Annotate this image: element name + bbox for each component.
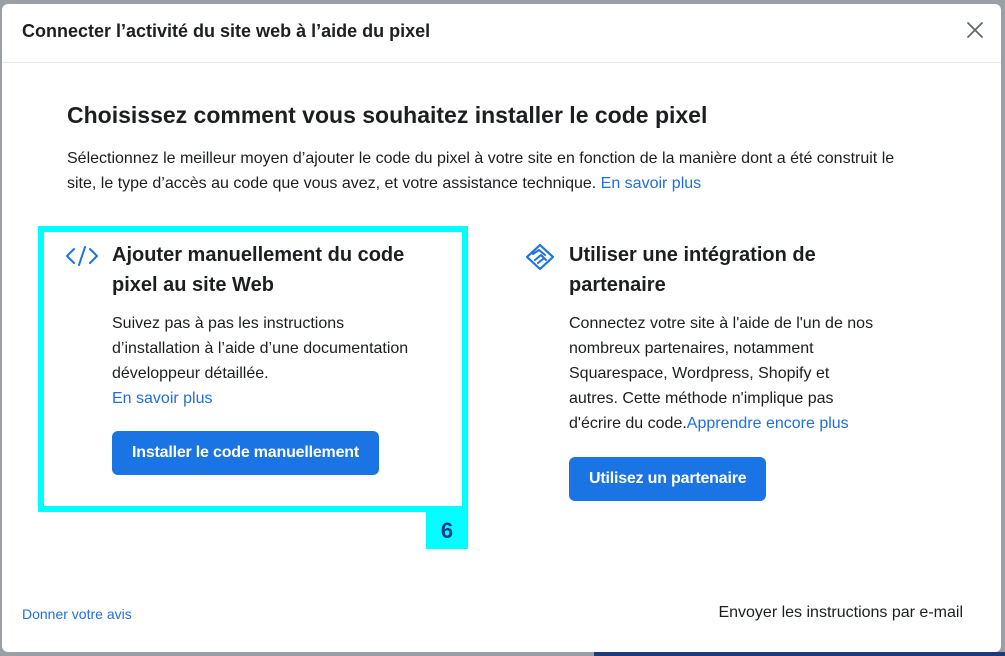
annotation-badge: 6 (426, 511, 468, 549)
code-icon (66, 246, 98, 266)
background-page-edge (594, 652, 1005, 656)
use-partner-button[interactable]: Utilisez un partenaire (569, 457, 767, 501)
pixel-setup-dialog: Connecter l’activité du site web à l’aid… (2, 4, 1001, 652)
feedback-link[interactable]: Donner votre avis (22, 606, 132, 622)
install-manually-button[interactable]: Installer le code manuellement (112, 431, 379, 475)
manual-learn-more-link[interactable]: En savoir plus (112, 390, 213, 407)
partner-option-description: Connectez votre site à l'aide de l'un de… (569, 311, 879, 436)
manual-option-title: Ajouter manuellement du code pixel au si… (112, 244, 405, 296)
partner-learn-more-link[interactable]: Apprendre encore plus (687, 415, 849, 432)
manual-option-description: Suivez pas à pas les instructions d’inst… (112, 311, 432, 411)
section-description: Sélectionnez le meilleur moyen d’ajouter… (67, 146, 907, 196)
close-button[interactable] (963, 18, 987, 42)
manual-option-description-text: Suivez pas à pas les instructions d’inst… (112, 315, 409, 382)
dialog-header: Connecter l’activité du site web à l’aid… (2, 4, 1001, 63)
section-title: Choisissez comment vous souhaitez instal… (67, 102, 708, 128)
handshake-icon (525, 243, 555, 271)
email-instructions-button[interactable]: Envoyer les instructions par e-mail (718, 604, 963, 622)
close-icon[interactable] (963, 18, 987, 42)
section-description-text: Sélectionnez le meilleur moyen d’ajouter… (67, 150, 895, 192)
dialog-title: Connecter l’activité du site web à l’aid… (22, 21, 431, 41)
learn-more-link[interactable]: En savoir plus (601, 175, 702, 192)
partner-option-title: Utiliser une intégration de partenaire (569, 244, 816, 296)
